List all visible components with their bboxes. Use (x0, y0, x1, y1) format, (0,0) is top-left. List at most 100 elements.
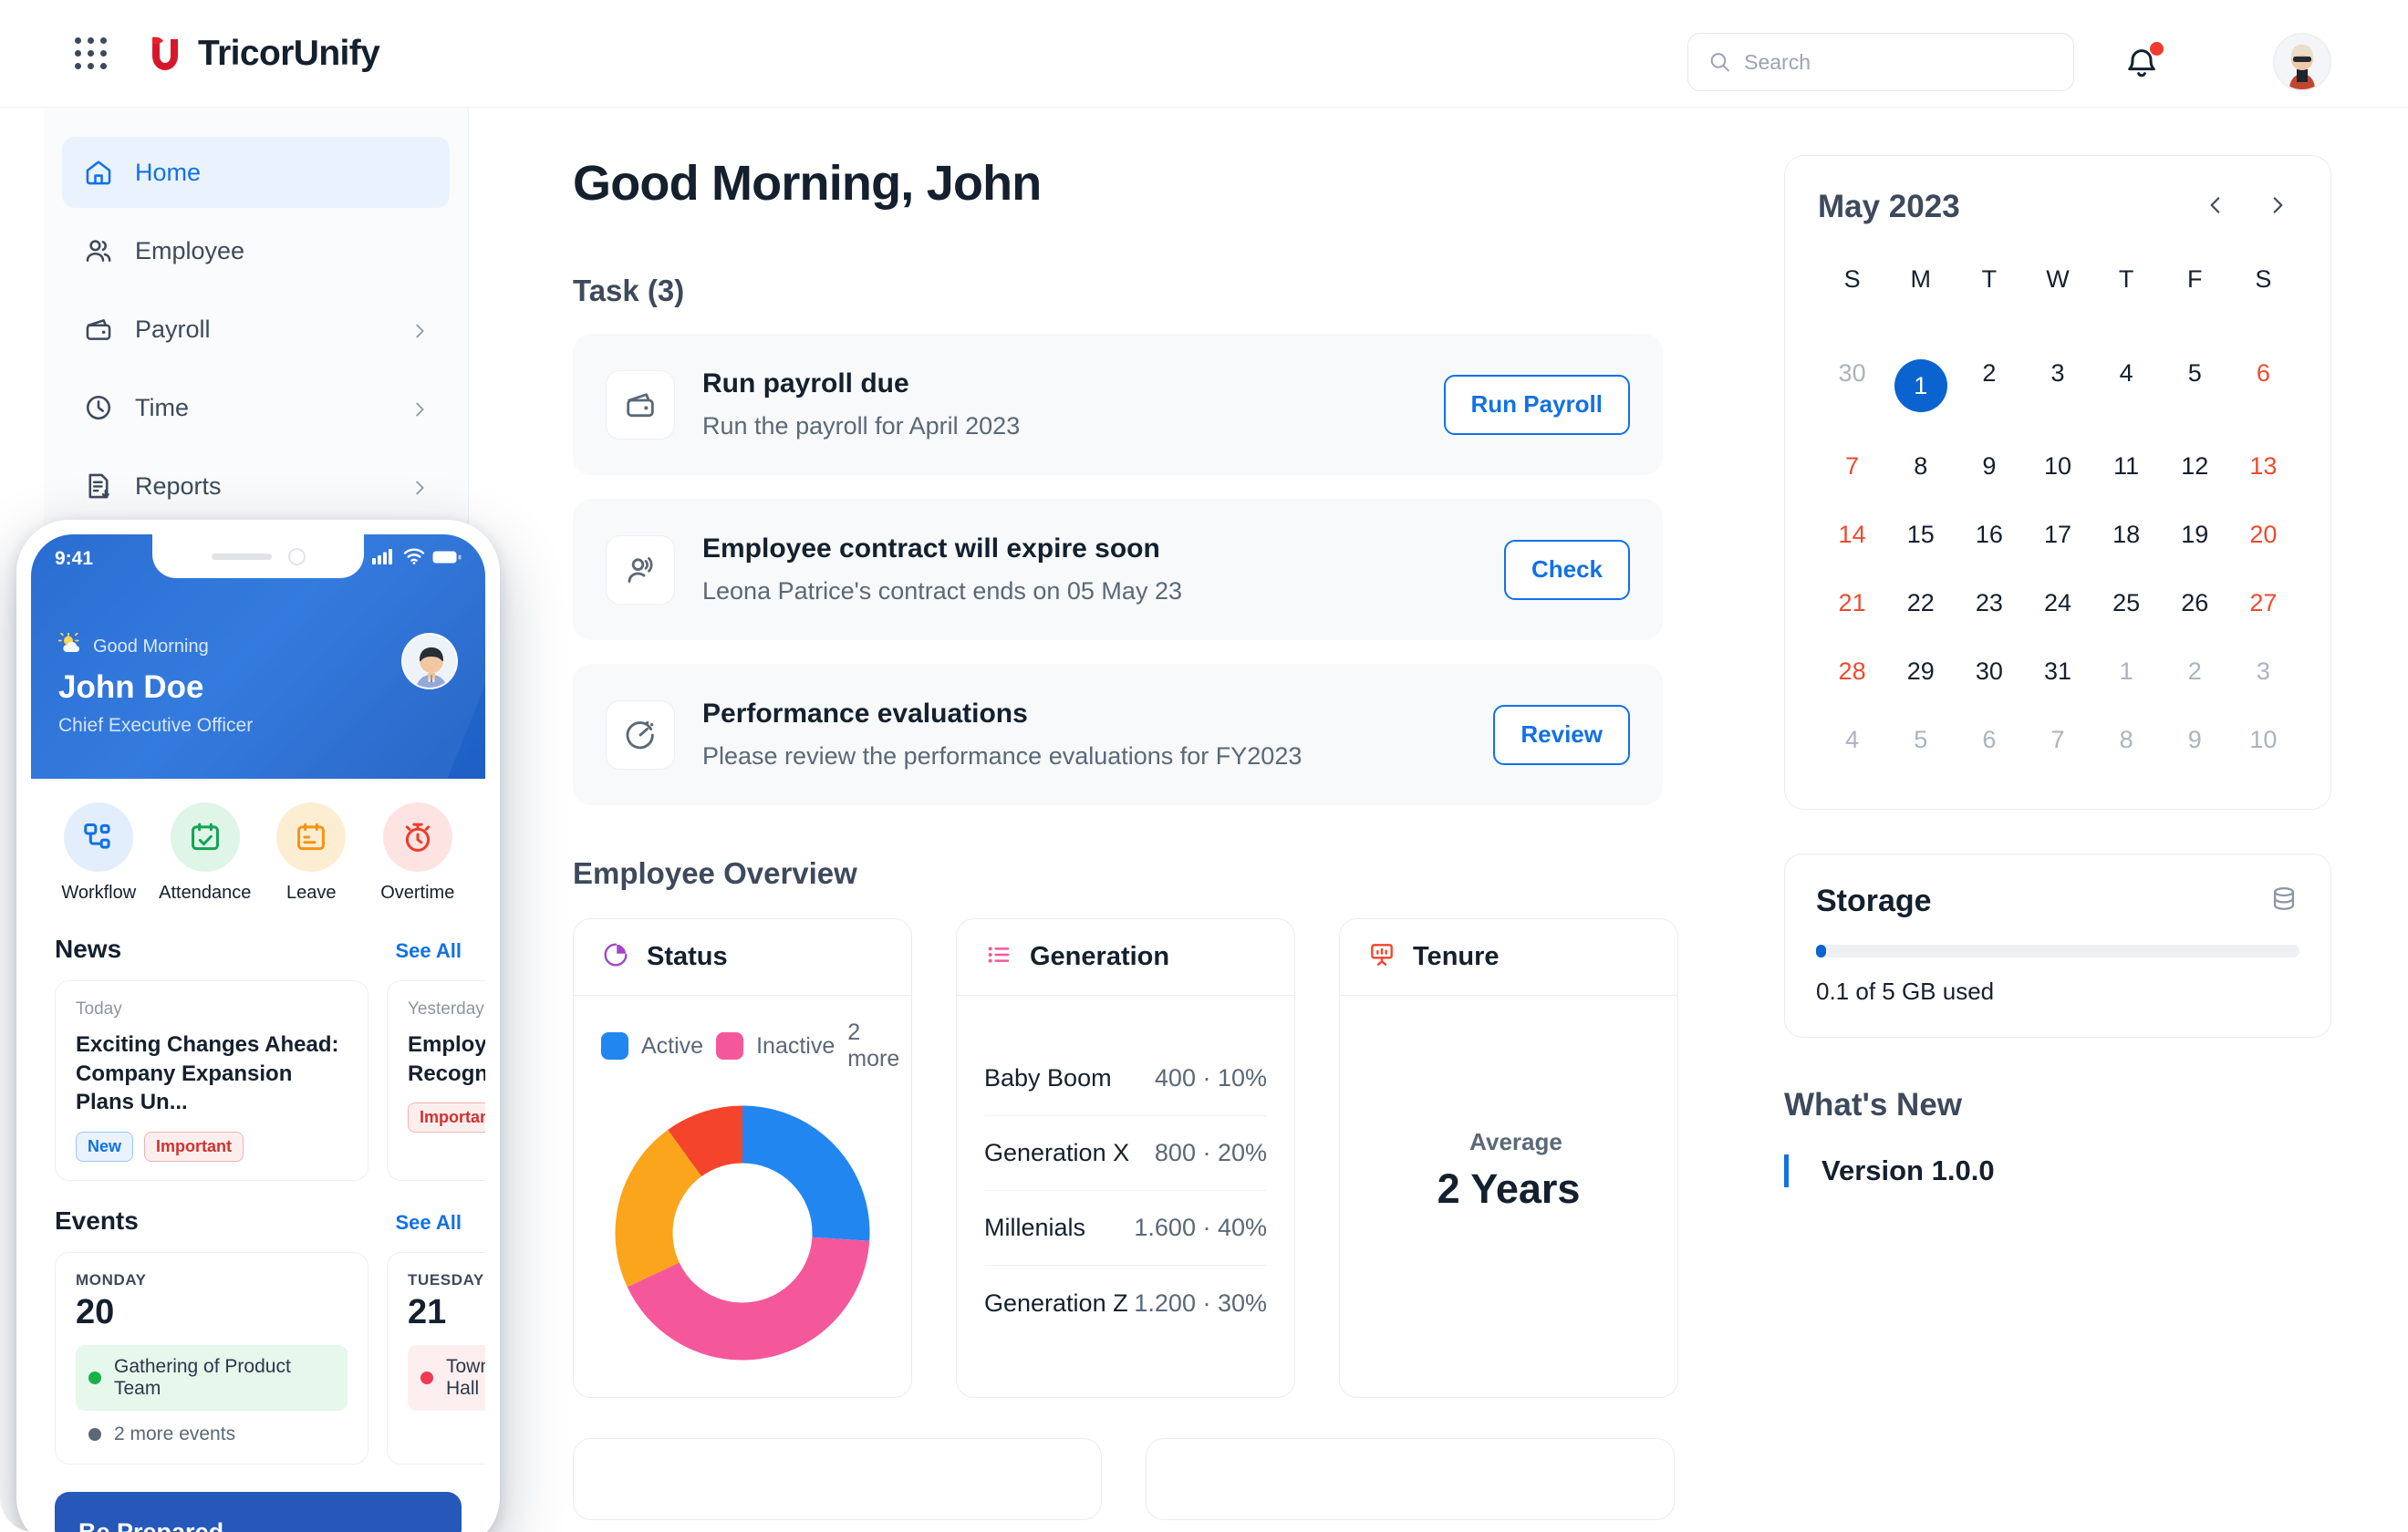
news-card[interactable]: Today Exciting Changes Ahead: Company Ex… (55, 980, 368, 1182)
calendar-day[interactable]: 4 (2092, 339, 2161, 432)
calendar-day[interactable]: 1 (2092, 637, 2161, 706)
sidebar-item-label: Reports (135, 471, 222, 500)
calendar-day[interactable]: 4 (1818, 706, 1886, 774)
calendar-check-icon (170, 802, 240, 872)
phone-greeting: Good Morning (93, 636, 209, 657)
event-more[interactable]: 2 more events (76, 1423, 348, 1445)
overview-card-partial (1146, 1438, 1675, 1520)
calendar-day[interactable]: 30 (1955, 637, 2023, 706)
quick-action-label: Attendance (159, 883, 252, 903)
quick-action-leave[interactable]: Leave (258, 802, 365, 904)
calendar-day[interactable]: 21 (1818, 569, 1886, 637)
storage-progress-bar (1816, 945, 2299, 958)
calendar-day[interactable]: 12 (2161, 432, 2229, 501)
tenure-card: Tenure Average 2 Years (1339, 918, 1678, 1398)
calendar-day[interactable]: 5 (2161, 339, 2229, 432)
generation-value: 1.600 · 40% (1134, 1214, 1267, 1241)
tenure-legend: Average (1455, 1128, 1562, 1156)
calendar-day[interactable]: 6 (2229, 339, 2298, 432)
sidebar-item-time[interactable]: Time (62, 372, 450, 443)
calendar-day[interactable]: 25 (2092, 569, 2161, 637)
check-button[interactable]: Check (1503, 539, 1630, 600)
legend-swatch-active (601, 1032, 628, 1060)
users-icon (82, 234, 115, 267)
avatar[interactable] (2273, 33, 2331, 91)
calendar-day[interactable]: 26 (2161, 569, 2229, 637)
quick-action-attendance[interactable]: Attendance (152, 802, 259, 904)
calendar-day[interactable]: 8 (2092, 706, 2161, 774)
calendar-day[interactable]: 14 (1818, 501, 1886, 569)
search-input[interactable] (1744, 49, 2053, 75)
calendar-days: 30 1 2 3 4 5 6 7 8 9 10 11 12 13 14 15 16 17 18 19 20 21 22 23 2… (1818, 339, 2298, 774)
calendar-day[interactable]: 23 (1955, 569, 2023, 637)
sidebar-item-employee[interactable]: Employee (62, 215, 450, 286)
run-payroll-button[interactable]: Run Payroll (1443, 374, 1630, 435)
pie-chart-icon (601, 940, 630, 974)
calendar-day[interactable]: 10 (2229, 706, 2298, 774)
phone-banner[interactable]: Be Prepared (55, 1492, 462, 1532)
calendar-day[interactable]: 10 (2023, 432, 2091, 501)
calendar-day[interactable]: 24 (2023, 569, 2091, 637)
quick-action-workflow[interactable]: Workflow (46, 802, 152, 904)
calendar-day[interactable]: 18 (2092, 501, 2161, 569)
calendar-day[interactable]: 19 (2161, 501, 2229, 569)
event-day: 21 (408, 1293, 447, 1332)
calendar-day[interactable]: 15 (1886, 501, 1955, 569)
calendar-day[interactable]: 20 (2229, 501, 2298, 569)
calendar-day[interactable]: 2 (1955, 339, 2023, 432)
calendar-day[interactable]: 27 (2229, 569, 2298, 637)
calendar-day[interactable]: 8 (1886, 432, 1955, 501)
calendar-dow: M (1910, 265, 1931, 293)
calendar-day[interactable]: 9 (2161, 706, 2229, 774)
quick-action-overtime[interactable]: Overtime (365, 802, 472, 904)
news-see-all-link[interactable]: See All (395, 939, 462, 963)
news-card[interactable]: Yesterday Employee Recognition Important (387, 980, 485, 1182)
brand-name: TricorUnify (198, 33, 380, 73)
calendar-day[interactable]: 17 (2023, 501, 2091, 569)
event-more-label: 2 more events (114, 1423, 236, 1445)
phone-news-list[interactable]: Today Exciting Changes Ahead: Company Ex… (31, 964, 485, 1182)
calendar-day[interactable]: 22 (1886, 569, 1955, 637)
apps-grid-icon[interactable] (75, 37, 107, 69)
sidebar-item-home[interactable]: Home (62, 137, 450, 208)
event-entry: Town Hall (408, 1345, 485, 1412)
calendar-day[interactable]: 6 (1955, 706, 2023, 774)
calendar-day[interactable]: 9 (1955, 432, 2023, 501)
event-card[interactable]: TUESDAY 21 Town Hall (387, 1252, 485, 1465)
review-button[interactable]: Review (1493, 704, 1630, 765)
tenure-value: 2 Years (1437, 1165, 1581, 1212)
legend-more[interactable]: 2 more (847, 1020, 899, 1072)
calendar-prev-button[interactable] (2195, 187, 2236, 227)
event-card[interactable]: MONDAY 20 Gathering of Product Team 2 mo… (55, 1252, 368, 1465)
brand[interactable]: TricorUnify (147, 33, 380, 74)
status-donut-chart (601, 1096, 884, 1370)
right-rail: May 2023 S M T W T F S 30 1 2 3 4 5 6 7 … (1784, 155, 2331, 1187)
calendar-day[interactable]: 16 (1955, 501, 2023, 569)
avatar[interactable] (401, 633, 458, 689)
sidebar-item-reports[interactable]: Reports (62, 450, 450, 522)
calendar-day[interactable]: 30 (1818, 339, 1886, 432)
calendar-day[interactable]: 5 (1886, 706, 1955, 774)
sidebar-item-payroll[interactable]: Payroll (62, 294, 450, 365)
calendar-day[interactable]: 7 (1818, 432, 1886, 501)
calendar-day[interactable]: 3 (2023, 339, 2091, 432)
calendar-day[interactable]: 28 (1818, 637, 1886, 706)
calendar-day[interactable]: 3 (2229, 637, 2298, 706)
events-see-all-link[interactable]: See All (395, 1211, 462, 1235)
calendar-day[interactable]: 11 (2092, 432, 2161, 501)
calendar-day[interactable]: 7 (2023, 706, 2091, 774)
calendar-day[interactable]: 31 (2023, 637, 2091, 706)
list-icon (984, 940, 1013, 974)
calendar-day[interactable]: 13 (2229, 432, 2298, 501)
calendar-day[interactable]: 2 (2161, 637, 2229, 706)
phone-events-header: Events See All (31, 1181, 485, 1236)
notifications-button[interactable] (2123, 42, 2164, 82)
calendar-day[interactable]: 29 (1886, 637, 1955, 706)
whats-new-item[interactable]: Version 1.0.0 (1784, 1154, 2331, 1187)
phone-events-list[interactable]: MONDAY 20 Gathering of Product Team 2 mo… (31, 1236, 485, 1465)
news-title: News (55, 935, 122, 963)
calendar-next-button[interactable] (2258, 187, 2298, 227)
storage-usage-label: 0.1 of 5 GB used (1816, 978, 1995, 1005)
search-bar[interactable] (1687, 33, 2074, 91)
calendar-day[interactable]: 1 (1886, 339, 1955, 432)
